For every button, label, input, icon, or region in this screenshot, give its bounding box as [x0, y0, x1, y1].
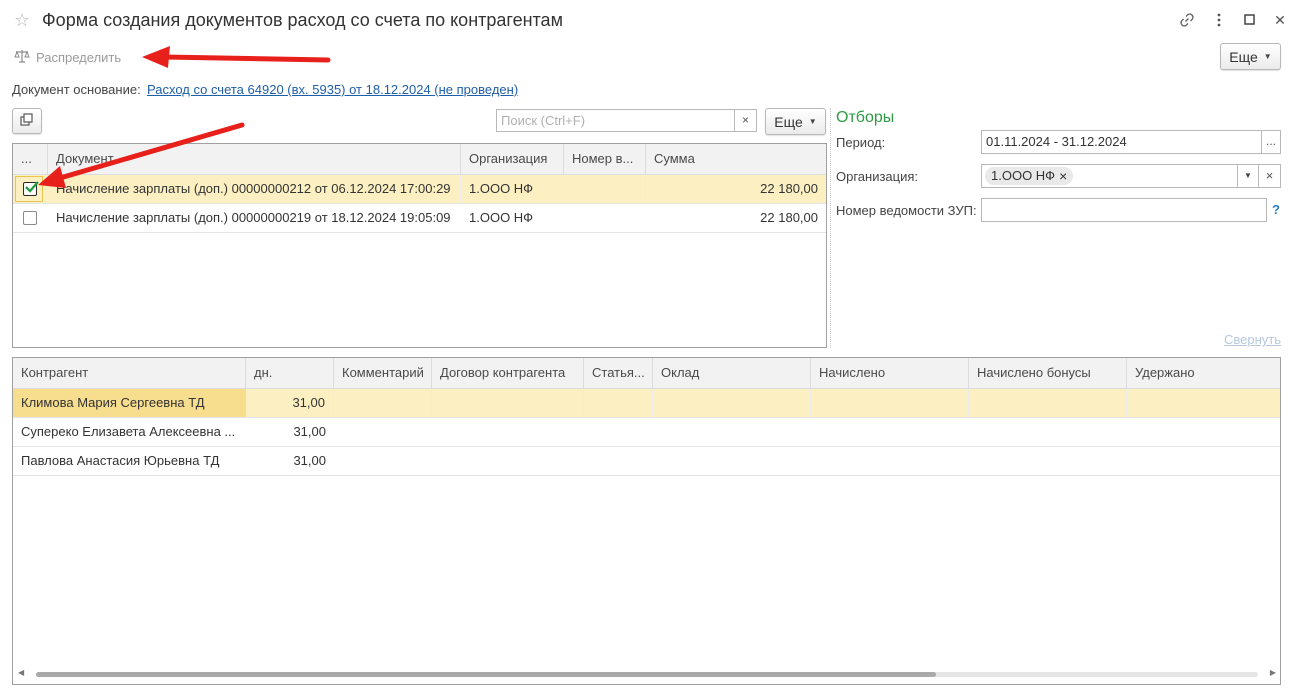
organization-clear-button[interactable]: × [1258, 164, 1281, 188]
document-cell: Начисление зарплаты (доп.) 00000000212 о… [48, 175, 461, 203]
organization-cell: 1.ООО НФ [469, 210, 534, 225]
organization-chip: 1.ООО НФ × [985, 167, 1074, 185]
organization-field[interactable]: 1.ООО НФ × [981, 164, 1238, 188]
period-label: Период: [836, 135, 886, 150]
column-header-salary[interactable]: Оклад [653, 358, 811, 388]
copy-icon [20, 112, 34, 130]
column-header-number[interactable]: Номер в... [564, 144, 646, 174]
collapse-link[interactable]: Свернуть [1224, 332, 1281, 347]
chip-remove-icon[interactable]: × [1059, 167, 1067, 185]
favorite-star-icon[interactable]: ☆ [14, 10, 30, 31]
column-header-withheld[interactable]: Удержано [1127, 358, 1280, 388]
table-row[interactable]: Супереко Елизавета Алексеевна ... 31,00 [13, 418, 1280, 447]
window-title: Форма создания документов расход со счет… [42, 10, 563, 30]
accrued-bonus-cell [969, 389, 1127, 417]
help-icon[interactable]: ? [1272, 202, 1280, 217]
scrollbar-thumb[interactable] [36, 672, 936, 677]
table-row[interactable]: Климова Мария Сергеевна ТД 31,00 [13, 389, 1280, 418]
column-header-check[interactable]: ... [13, 144, 48, 174]
basis-document-link[interactable]: Расход со счета 64920 (вх. 5935) от 18.1… [147, 82, 518, 97]
contractors-table-header: Контрагент дн. Комментарий Договор контр… [13, 358, 1280, 389]
documents-table: ... Документ Организация Номер в... Сумм… [12, 143, 827, 348]
filters-title: Отборы [836, 109, 895, 126]
more-vertical-icon[interactable] [1209, 10, 1229, 30]
panel-splitter[interactable] [830, 108, 831, 348]
column-header-accrued[interactable]: Начислено [811, 358, 969, 388]
more-label: Еще [774, 113, 803, 130]
search-input[interactable] [496, 109, 735, 132]
documents-table-header: ... Документ Организация Номер в... Сумм… [13, 144, 826, 175]
link-icon[interactable] [1177, 10, 1197, 30]
zup-number-field[interactable] [981, 198, 1267, 222]
contractor-cell: Павлова Анастасия Юрьевна ТД [21, 453, 220, 468]
salary-cell [653, 389, 811, 417]
search-clear-button[interactable]: × [734, 109, 757, 132]
column-header-days[interactable]: дн. [246, 358, 334, 388]
withheld-cell [1127, 389, 1280, 417]
table-row[interactable]: Начисление зарплаты (доп.) 00000000212 о… [13, 175, 826, 204]
distribute-label: Распределить [36, 49, 122, 65]
document-cell: Начисление зарплаты (доп.) 00000000219 о… [56, 210, 451, 225]
caret-down-icon: ▼ [1263, 52, 1272, 61]
basis-document-label: Документ основание: [12, 82, 141, 97]
number-cell [564, 204, 646, 232]
contractors-table: Контрагент дн. Комментарий Договор контр… [12, 357, 1281, 685]
annotation-arrow-distribute [142, 46, 331, 68]
table-row[interactable]: Павлова Анастасия Юрьевна ТД 31,00 [13, 447, 1280, 476]
organization-label: Организация: [836, 169, 919, 184]
number-cell [564, 175, 646, 203]
row-checkbox[interactable] [23, 211, 37, 225]
distribute-button[interactable]: Распределить [14, 46, 121, 68]
maximize-icon[interactable] [1240, 10, 1260, 30]
column-header-document[interactable]: Документ [48, 144, 461, 174]
column-header-accrued-bonus[interactable]: Начислено бонусы [969, 358, 1127, 388]
days-cell: 31,00 [293, 424, 326, 439]
contractor-cell: Климова Мария Сергеевна ТД [13, 389, 246, 417]
more-label: Еще [1229, 48, 1258, 65]
horizontal-scrollbar[interactable]: ◀ ▶ [14, 666, 1280, 682]
column-header-sum[interactable]: Сумма [646, 144, 826, 174]
column-header-organization[interactable]: Организация [461, 144, 564, 174]
column-header-contractor[interactable]: Контрагент [13, 358, 246, 388]
article-cell [584, 389, 653, 417]
close-icon[interactable]: ✕ [1270, 10, 1290, 30]
scales-icon [14, 48, 30, 67]
period-select-button[interactable]: ... [1261, 130, 1281, 154]
column-header-contract[interactable]: Договор контрагента [432, 358, 584, 388]
organization-dropdown-button[interactable]: ▼ [1237, 164, 1259, 188]
organization-chip-label: 1.ООО НФ [991, 168, 1056, 183]
copy-button[interactable] [12, 108, 42, 134]
organization-cell: 1.ООО НФ [461, 175, 564, 203]
contractor-cell: Супереко Елизавета Алексеевна ... [21, 424, 236, 439]
column-header-comment[interactable]: Комментарий [334, 358, 432, 388]
days-cell: 31,00 [246, 389, 334, 417]
caret-down-icon: ▼ [808, 117, 817, 126]
accrued-cell [811, 389, 969, 417]
sum-cell: 22 180,00 [760, 181, 818, 196]
contract-cell [432, 389, 584, 417]
checkmark-icon [25, 181, 39, 193]
days-cell: 31,00 [293, 453, 326, 468]
scroll-right-icon[interactable]: ▶ [1270, 668, 1276, 677]
table-row[interactable]: Начисление зарплаты (доп.) 00000000219 о… [13, 204, 826, 233]
more-button-table[interactable]: Еще ▼ [765, 108, 826, 135]
period-field[interactable]: 01.11.2024 - 31.12.2024 [981, 130, 1262, 154]
comment-cell [334, 389, 432, 417]
more-button-top[interactable]: Еще ▼ [1220, 43, 1281, 70]
row-checkbox[interactable] [23, 181, 39, 196]
zup-number-label: Номер ведомости ЗУП: [836, 203, 977, 218]
caret-down-icon: ▼ [1244, 171, 1252, 180]
scroll-left-icon[interactable]: ◀ [18, 668, 24, 677]
column-header-article[interactable]: Статья... [584, 358, 653, 388]
sum-cell: 22 180,00 [760, 210, 818, 225]
